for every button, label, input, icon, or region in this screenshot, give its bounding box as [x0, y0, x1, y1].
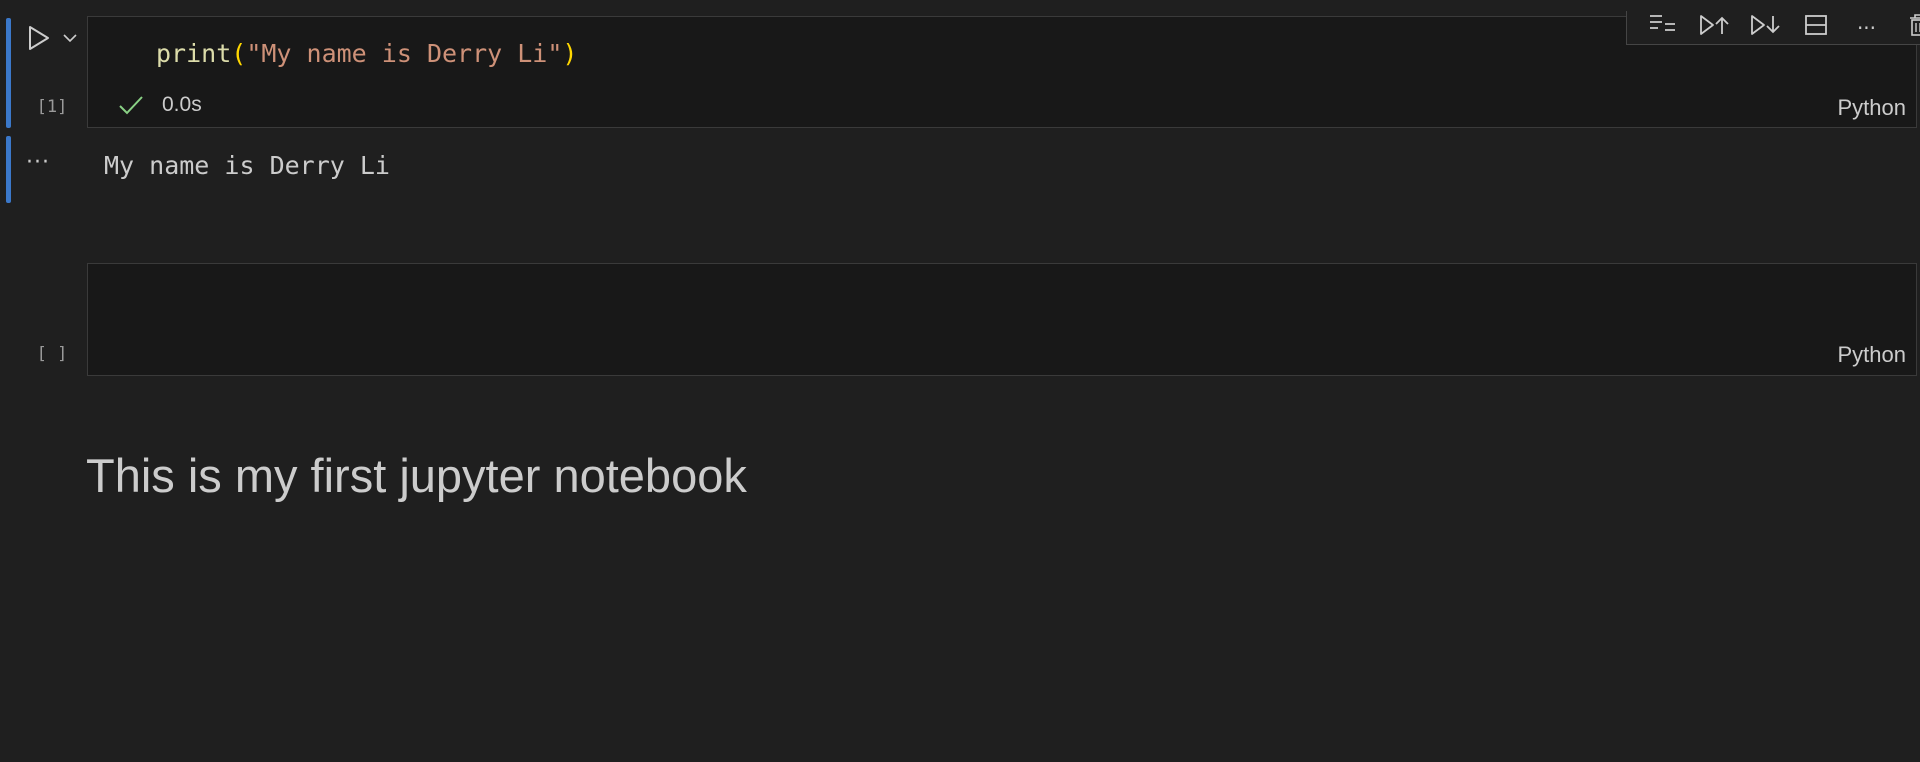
execution-count: [1]: [36, 97, 68, 117]
code-close-paren-token: ): [562, 39, 578, 68]
chevron-down-icon: [63, 34, 77, 43]
code-cell-editor[interactable]: print("My name is Derry Li") 0.0s Python: [87, 11, 1920, 128]
execution-status: 0.0s: [118, 93, 202, 117]
play-icon: [29, 26, 49, 50]
code-string-token: "My name is Derry Li": [246, 39, 563, 68]
run-options-dropdown[interactable]: [60, 28, 80, 48]
execution-time: 0.0s: [162, 93, 202, 116]
execute-below-button[interactable]: [1748, 11, 1782, 36]
execute-above-icon: [1699, 15, 1729, 35]
more-actions-button[interactable]: ···: [1850, 11, 1884, 40]
cell-toolbar: ···: [1626, 11, 1920, 45]
output-actions-button[interactable]: ···: [26, 150, 50, 175]
delete-icon: [1909, 14, 1920, 36]
output-focus-indicator[interactable]: [6, 136, 11, 203]
run-by-line-button[interactable]: [1646, 11, 1680, 36]
run-cell-button[interactable]: [24, 22, 54, 54]
delete-cell-button[interactable]: [1901, 11, 1920, 36]
split-cell-button[interactable]: [1799, 11, 1833, 36]
empty-code-cell-editor[interactable]: Python: [87, 263, 1917, 376]
code-open-paren-token: (: [231, 39, 247, 68]
notebook-editor: [1] print("My name is Derry Li") 0.0s Py…: [0, 0, 1920, 762]
run-by-line-icon: [1649, 15, 1675, 31]
code-line[interactable]: print("My name is Derry Li"): [156, 39, 577, 68]
execute-above-button[interactable]: [1697, 11, 1731, 36]
execute-below-icon: [1750, 15, 1780, 35]
cell-output-text: My name is Derry Li: [104, 151, 390, 180]
cell-focus-indicator[interactable]: [6, 18, 11, 128]
execution-count-empty: [ ]: [36, 344, 68, 364]
split-cell-icon: [1804, 15, 1827, 35]
cell-language-label[interactable]: Python: [1838, 342, 1907, 368]
code-function-token: print: [156, 39, 232, 68]
cell-language-label[interactable]: Python: [1838, 95, 1907, 121]
check-icon: [119, 96, 143, 115]
markdown-heading[interactable]: This is my first jupyter notebook: [86, 448, 747, 503]
more-actions-icon: ···: [1856, 16, 1877, 40]
